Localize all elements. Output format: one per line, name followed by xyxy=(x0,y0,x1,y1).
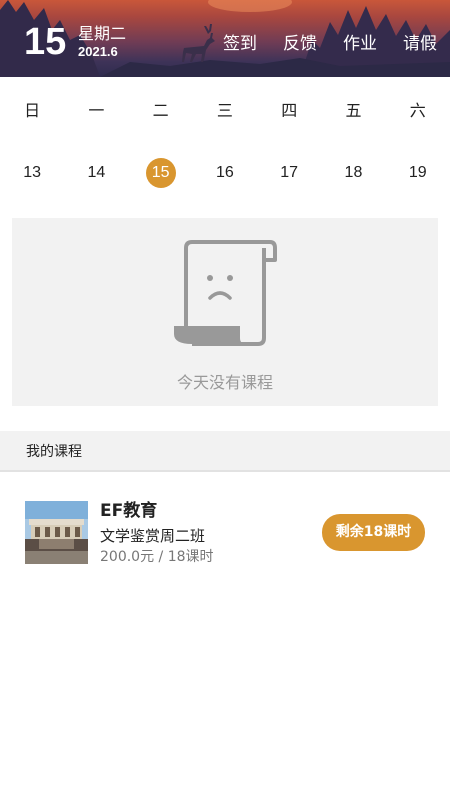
date-17[interactable]: 17 xyxy=(274,158,304,188)
date-18[interactable]: 18 xyxy=(338,158,368,188)
current-day-number: 15 xyxy=(24,21,67,63)
app-root: 15 星期二 2021.6 签到 反馈 作业 请假 日 一 二 三 四 五 六 … xyxy=(0,0,450,800)
date-13[interactable]: 13 xyxy=(17,158,47,188)
leave-request-button[interactable]: 请假 xyxy=(390,33,450,55)
weekday-label: 二 xyxy=(152,101,169,120)
date-cell: 14 xyxy=(64,158,128,188)
date-14[interactable]: 14 xyxy=(81,158,111,188)
date-cell: 17 xyxy=(257,158,321,188)
course-organization: EF教育 xyxy=(100,501,158,521)
weekday-header-row: 日 一 二 三 四 五 六 xyxy=(0,99,450,123)
weekday-label: 三 xyxy=(216,101,233,120)
weekday-label: 五 xyxy=(345,101,362,120)
remaining-lessons-badge[interactable]: 剩余18课时 xyxy=(322,514,425,551)
course-thumbnail-image xyxy=(25,501,88,564)
section-title: 我的课程 xyxy=(26,444,82,460)
homework-button[interactable]: 作业 xyxy=(330,33,390,55)
sad-scroll-icon xyxy=(174,240,277,346)
date-cell: 15 xyxy=(129,158,193,188)
date-cell: 18 xyxy=(321,158,385,188)
current-weekday: 星期二 xyxy=(78,24,127,43)
date-cell: 16 xyxy=(193,158,257,188)
date-16[interactable]: 16 xyxy=(210,158,240,188)
header-actions: 签到 反馈 作业 请假 xyxy=(210,33,450,55)
empty-state-text: 今天没有课程 xyxy=(176,373,273,392)
date-15-selected[interactable]: 15 xyxy=(145,158,176,188)
date-cell: 19 xyxy=(386,158,450,188)
check-in-button[interactable]: 签到 xyxy=(210,33,270,55)
week-dates-row: 13 14 15 16 17 18 19 xyxy=(0,158,450,188)
weekday-label: 一 xyxy=(88,101,105,120)
date-cell: 13 xyxy=(0,158,64,188)
current-year-month: 2021.6 xyxy=(78,44,118,59)
weekday-label: 四 xyxy=(281,101,298,120)
header-banner: 15 星期二 2021.6 签到 反馈 作业 请假 xyxy=(0,0,450,77)
date-19[interactable]: 19 xyxy=(403,158,433,188)
weekday-label: 日 xyxy=(24,101,41,120)
feedback-button[interactable]: 反馈 xyxy=(270,33,330,55)
course-price: 200.0元 / 18课时 xyxy=(100,549,214,565)
course-name: 文学鉴赏周二班 xyxy=(100,527,206,545)
empty-state-panel: 今天没有课程 xyxy=(12,218,438,406)
weekday-label: 六 xyxy=(409,101,426,120)
my-courses-section-header: 我的课程 xyxy=(0,431,450,472)
course-card[interactable]: EF教育 文学鉴赏周二班 200.0元 / 18课时 剩余18课时 xyxy=(0,490,450,576)
